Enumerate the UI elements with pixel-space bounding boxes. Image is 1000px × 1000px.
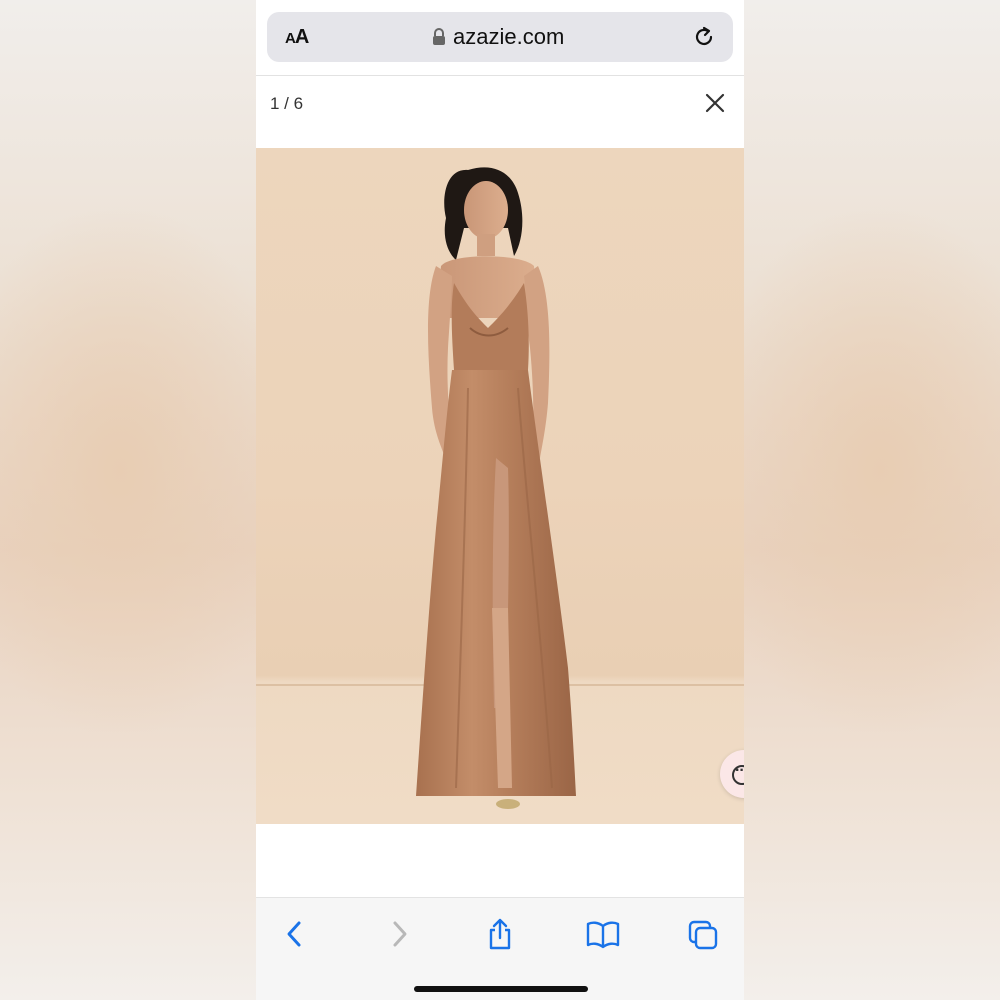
header-divider [256, 75, 744, 76]
tabs-icon[interactable] [688, 918, 718, 950]
reload-icon[interactable] [691, 24, 717, 50]
image-counter: 1 / 6 [270, 94, 304, 113]
close-icon[interactable] [704, 92, 726, 114]
url-domain[interactable]: azazie.com [453, 24, 564, 50]
chevron-left-icon[interactable] [280, 918, 310, 950]
address-bar[interactable]: AA azazie.com [267, 12, 733, 62]
chat-icon [732, 762, 744, 785]
product-image[interactable] [256, 148, 744, 824]
text-size-large-label: A [294, 26, 309, 48]
book-icon[interactable] [586, 918, 620, 950]
lock-icon [433, 28, 445, 45]
home-indicator [414, 986, 588, 992]
chevron-right-icon[interactable] [384, 918, 414, 950]
model-in-dress-illustration [416, 167, 576, 809]
phone-screen: AA azazie.com 1 / 6 [256, 0, 744, 1000]
text-size-button[interactable]: AA [285, 26, 309, 49]
browser-toolbar [256, 897, 744, 1000]
text-size-small-label: A [285, 30, 296, 47]
share-icon[interactable] [485, 918, 515, 950]
